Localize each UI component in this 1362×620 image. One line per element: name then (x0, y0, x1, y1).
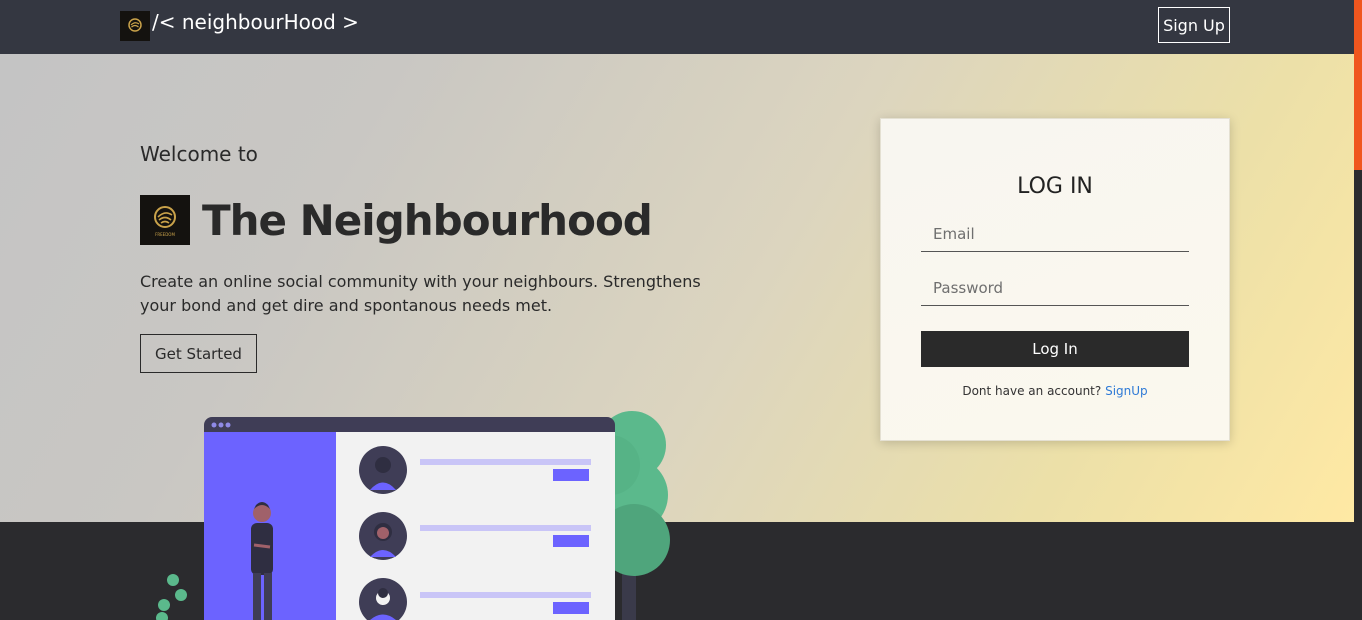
hero-description: Create an online social community with y… (140, 272, 701, 315)
hero-title: The Neighbourhood (202, 195, 653, 245)
top-navbar: /< neighbourHood > Sign Up (0, 0, 1354, 54)
social-community-illustration (156, 411, 670, 620)
login-button[interactable]: Log In (921, 331, 1189, 367)
signup-link[interactable]: SignUp (1105, 384, 1148, 398)
welcome-text: Welcome to (140, 142, 258, 166)
password-field[interactable] (921, 270, 1189, 306)
signup-prompt: Dont have an account? SignUp (881, 384, 1229, 398)
brand-logo-icon: FREEDOM (140, 195, 190, 245)
email-field[interactable] (921, 216, 1189, 252)
scrollbar[interactable] (1354, 0, 1362, 620)
brand-logo-icon (120, 11, 150, 41)
login-card: LOG IN Log In Dont have an account? Sign… (880, 118, 1230, 441)
logo-caption: FREEDOM (155, 232, 175, 237)
scrollbar-thumb[interactable] (1354, 0, 1362, 170)
brand-text: /< neighbourHood > (152, 10, 359, 34)
get-started-button[interactable]: Get Started (140, 334, 257, 373)
signup-prompt-text: Dont have an account? (962, 384, 1102, 398)
signup-button[interactable]: Sign Up (1158, 7, 1230, 43)
plant-illustration (156, 574, 187, 620)
brand[interactable]: /< neighbourHood > (120, 10, 359, 41)
hero-title-row: FREEDOM The Neighbourhood (140, 195, 653, 245)
login-title: LOG IN (1017, 174, 1093, 199)
